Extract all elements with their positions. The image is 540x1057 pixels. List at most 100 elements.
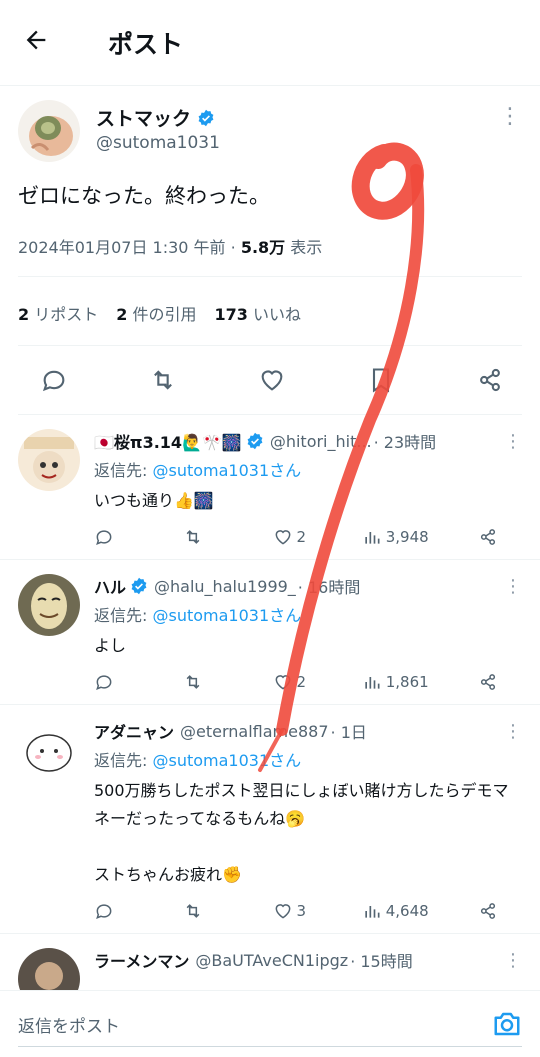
like-count: 3 xyxy=(296,902,307,920)
analytics-icon xyxy=(365,677,380,689)
reply-author-name[interactable]: ハル xyxy=(94,574,148,598)
reply-to-prefix: 返信先: xyxy=(94,606,153,625)
reply-time[interactable]: · 23時間 xyxy=(374,429,437,453)
reply-text: 500万勝ちしたポスト翌日にしょぼい賭け方したらデモマネーだったってなるもんね🥱… xyxy=(94,781,509,884)
reply-button[interactable] xyxy=(94,672,134,692)
reply-handle[interactable]: @BaUTAveCN1ipgz xyxy=(195,951,348,970)
reply-time[interactable]: · 1日 xyxy=(331,719,367,743)
reply-author-name[interactable]: 🇯🇵桜π3.14🙋‍♂️🎌🎆 xyxy=(94,429,264,453)
more-options-icon[interactable]: ⋮ xyxy=(504,950,522,971)
reply-time[interactable]: · 15時間 xyxy=(350,948,413,972)
quotes-label: 件の引用 xyxy=(132,305,197,324)
reply-action-bar: 2 1,861 xyxy=(94,672,522,692)
quotes-count: 2 xyxy=(116,305,128,324)
likes-stat[interactable]: 173 いいね xyxy=(215,301,302,325)
repost-button[interactable] xyxy=(183,901,223,921)
engagement-stats: 2 リポスト 2 件の引用 173 いいね xyxy=(18,277,522,346)
reply-name-text: ラーメンマン xyxy=(94,952,190,971)
like-icon[interactable] xyxy=(258,366,286,394)
reply-name-text: 🇯🇵桜π3.14🙋‍♂️🎌🎆 xyxy=(94,433,242,452)
reply-action-bar: 2 3,948 xyxy=(94,527,522,547)
page-title: ポスト xyxy=(108,29,184,59)
main-post: ストマック @sutoma1031 ⋮ ゼロになった。終わった。 2024年01… xyxy=(0,86,540,415)
composer-underline xyxy=(18,1046,522,1047)
reply-item[interactable]: ハル @halu_halu1999_ · 16時間 ⋮ 返信先: @sutoma… xyxy=(0,560,540,705)
reply-icon xyxy=(96,675,112,690)
top-bar: ポスト xyxy=(0,0,540,86)
repost-icon xyxy=(186,675,200,689)
share-button[interactable] xyxy=(478,672,518,692)
reply-input[interactable]: 返信をポスト xyxy=(18,1012,492,1037)
reply-avatar[interactable] xyxy=(18,574,80,636)
like-button[interactable]: 3 xyxy=(273,901,313,921)
reply-icon xyxy=(96,904,112,919)
reply-composer[interactable]: 返信をポスト xyxy=(0,990,540,1057)
reply-to-link[interactable]: @sutoma1031さん xyxy=(152,751,301,770)
share-button[interactable] xyxy=(478,901,518,921)
repost-button[interactable] xyxy=(183,672,223,692)
post-author: ストマック @sutoma1031 ⋮ xyxy=(18,100,522,162)
views-button[interactable]: 4,648 xyxy=(362,901,429,921)
repost-icon xyxy=(186,904,200,918)
view-count: 3,948 xyxy=(385,528,429,546)
reply-to-link[interactable]: @sutoma1031さん xyxy=(152,606,301,625)
reply-text: いつも通り👍🎆 xyxy=(94,491,214,510)
reply-handle[interactable]: @hitori_hit... xyxy=(270,432,372,451)
views-count: 5.8万 xyxy=(240,238,286,257)
more-options-icon[interactable]: ⋮ xyxy=(504,721,522,742)
reply-name-text: アダニャン xyxy=(94,723,175,742)
likes-label: いいね xyxy=(253,305,302,324)
reply-to-link[interactable]: @sutoma1031さん xyxy=(152,461,301,480)
share-icon[interactable] xyxy=(476,366,504,394)
reply-author-name[interactable]: アダニャン xyxy=(94,719,174,743)
reply-to: 返信先: @sutoma1031さん xyxy=(94,747,522,771)
more-options-icon[interactable]: ⋮ xyxy=(499,106,522,128)
like-icon xyxy=(275,904,290,919)
like-count: 2 xyxy=(296,673,307,691)
reply-handle[interactable]: @eternalflame887 xyxy=(180,722,329,741)
like-button[interactable]: 2 xyxy=(273,672,313,692)
reply-to: 返信先: @sutoma1031さん xyxy=(94,602,522,626)
views-button[interactable]: 3,948 xyxy=(362,527,429,547)
reposts-stat[interactable]: 2 リポスト xyxy=(18,301,98,325)
verified-badge-icon xyxy=(131,577,147,595)
post-date[interactable]: 2024年01月07日 1:30 午前 xyxy=(18,238,226,257)
repost-icon xyxy=(186,530,200,544)
reply-avatar[interactable] xyxy=(18,719,80,781)
back-arrow-icon[interactable] xyxy=(22,26,62,60)
author-display-name[interactable]: ストマック xyxy=(96,104,220,131)
like-button[interactable]: 2 xyxy=(273,527,313,547)
bookmark-icon[interactable] xyxy=(367,366,395,394)
reply-handle[interactable]: @halu_halu1999_ xyxy=(154,577,296,596)
like-icon xyxy=(275,530,290,545)
reply-avatar[interactable] xyxy=(18,429,80,491)
share-button[interactable] xyxy=(478,527,518,547)
reply-button[interactable] xyxy=(94,527,134,547)
verified-badge-icon xyxy=(247,432,263,450)
author-handle[interactable]: @sutoma1031 xyxy=(96,133,220,153)
quotes-stat[interactable]: 2 件の引用 xyxy=(116,301,196,325)
repost-button[interactable] xyxy=(183,527,223,547)
like-count: 2 xyxy=(296,528,307,546)
analytics-icon xyxy=(365,532,380,544)
reposts-count: 2 xyxy=(18,305,30,324)
more-options-icon[interactable]: ⋮ xyxy=(504,431,522,452)
reply-button[interactable] xyxy=(94,901,134,921)
reply-time[interactable]: · 16時間 xyxy=(298,574,361,598)
reply-to: 返信先: @sutoma1031さん xyxy=(94,457,522,481)
reply-item[interactable]: 🇯🇵桜π3.14🙋‍♂️🎌🎆 @hitori_hit... · 23時間 ⋮ 返… xyxy=(0,415,540,560)
views-button[interactable]: 1,861 xyxy=(362,672,429,692)
author-avatar[interactable] xyxy=(18,100,80,162)
author-name-text: ストマック xyxy=(96,108,192,130)
reply-author-name[interactable]: ラーメンマン xyxy=(94,948,189,972)
post-text: ゼロになった。終わった。 xyxy=(18,184,270,208)
reply-icon[interactable] xyxy=(40,366,68,394)
more-options-icon[interactable]: ⋮ xyxy=(504,576,522,597)
camera-icon[interactable] xyxy=(492,1009,522,1039)
reply-item[interactable]: アダニャン @eternalflame887 · 1日 ⋮ 返信先: @suto… xyxy=(0,705,540,934)
reply-action-bar: 3 4,648 xyxy=(94,901,522,921)
repost-icon[interactable] xyxy=(149,366,177,394)
reposts-label: リポスト xyxy=(34,305,99,324)
like-icon xyxy=(275,675,290,690)
reply-name-text: ハル xyxy=(94,578,127,597)
